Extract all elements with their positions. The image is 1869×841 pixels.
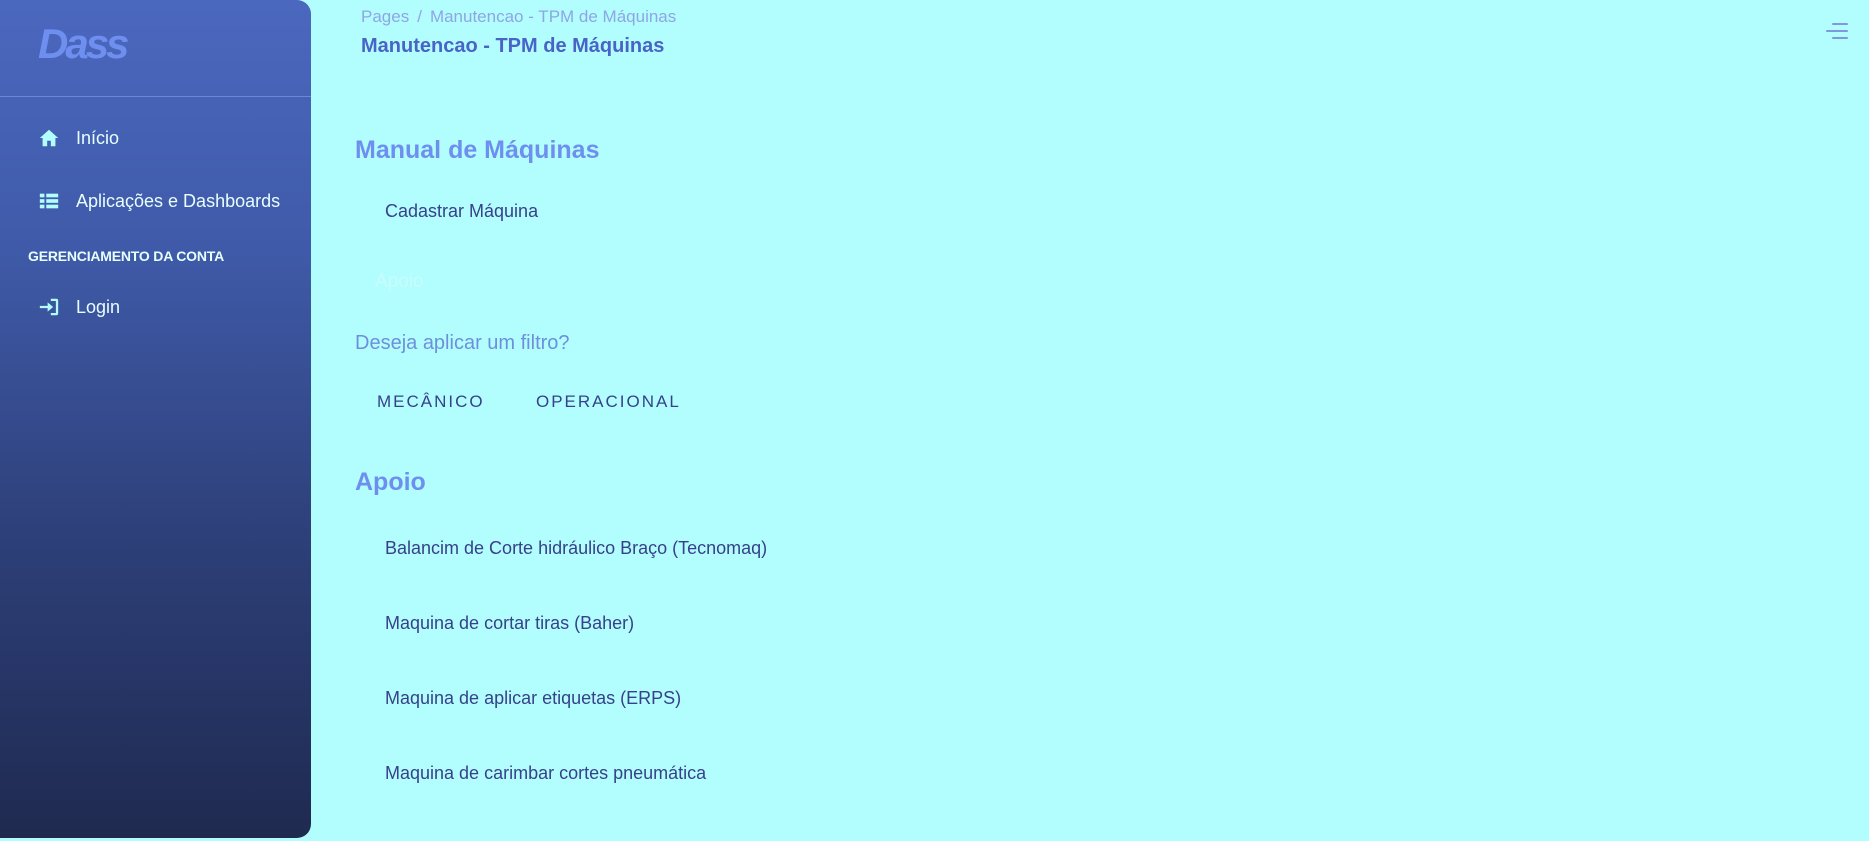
sidebar-item-label: Aplicações e Dashboards xyxy=(76,190,281,211)
machine-item-cortar-tiras[interactable]: Maquina de cortar tiras (Baher) xyxy=(385,613,634,634)
sidebar-item-aplicacoes-dashboards[interactable]: Aplicações e Dashboards xyxy=(38,190,280,212)
home-icon xyxy=(39,129,59,147)
sidebar-item-login[interactable]: Login xyxy=(38,296,120,318)
machine-item-balancim[interactable]: Balancim de Corte hidráulico Braço (Tecn… xyxy=(385,538,767,559)
breadcrumb-item-current: Manutencao - TPM de Máquinas xyxy=(429,7,677,26)
machine-item-aplicar-etiquetas[interactable]: Maquina de aplicar etiquetas (ERPS) xyxy=(385,688,681,709)
account-section-heading: GERENCIAMENTO DA CONTA xyxy=(28,248,225,264)
sidebar-item-inicio[interactable]: Início xyxy=(38,127,119,149)
filter-operacional-button[interactable]: OPERACIONAL xyxy=(536,392,681,412)
faded-apoio-label: Apoio xyxy=(375,271,424,292)
menu-toggle-icon[interactable] xyxy=(1824,20,1848,42)
login-icon xyxy=(39,298,59,316)
sidebar-divider xyxy=(0,96,311,97)
breadcrumb-item-pages[interactable]: Pages xyxy=(361,7,409,26)
apoio-heading: Apoio xyxy=(355,468,426,496)
manual-heading: Manual de Máquinas xyxy=(355,136,600,164)
page-title: Manutencao - TPM de Máquinas xyxy=(361,35,665,57)
sidebar-item-label: Login xyxy=(76,296,121,317)
filter-mecanico-button[interactable]: MECÂNICO xyxy=(377,392,485,412)
cadastrar-maquina-link[interactable]: Cadastrar Máquina xyxy=(385,201,538,222)
machine-item-carimbar-cortes[interactable]: Maquina de carimbar cortes pneumática xyxy=(385,763,706,784)
breadcrumb: Pages / Manutencao - TPM de Máquinas xyxy=(361,7,676,27)
sidebar: Dass Início Aplicações e Dashboards GERE… xyxy=(0,0,311,838)
breadcrumb-separator: / xyxy=(417,7,422,26)
filter-question: Deseja aplicar um filtro? xyxy=(355,332,570,354)
grid-icon xyxy=(39,193,59,209)
sidebar-item-label: Início xyxy=(76,127,120,148)
brand-logo[interactable]: Dass xyxy=(38,20,129,68)
